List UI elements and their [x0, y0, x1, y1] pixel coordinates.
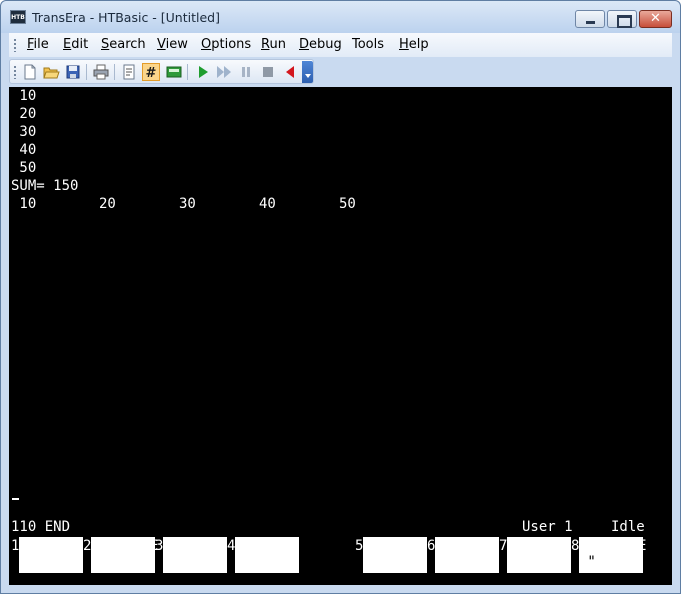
menu-help[interactable]: Help [399, 37, 429, 52]
row-value: 10 [11, 196, 37, 212]
toolbar-separator [187, 64, 188, 80]
window-title: TransEra - HTBasic - [Untitled] [32, 10, 220, 25]
menu-run[interactable]: Run [261, 37, 286, 52]
htbasic-app-icon[interactable]: HTB [10, 10, 26, 24]
softkey-label: CONTINUE [91, 538, 159, 554]
program-card-icon[interactable] [165, 63, 183, 81]
menu-search[interactable]: Search [101, 37, 146, 52]
menubar-grip[interactable] [14, 38, 16, 52]
edit-list-icon[interactable] [120, 63, 138, 81]
status-user: User 1 [522, 519, 573, 535]
menu-view[interactable]: View [157, 37, 188, 52]
continue-icon[interactable] [215, 63, 233, 81]
output-line: 10 [11, 88, 37, 104]
softkey-label: LOAD " [363, 538, 414, 554]
pause-icon[interactable] [237, 63, 255, 81]
softkey-label: EDIT [19, 538, 53, 554]
menu-tools[interactable]: Tools [352, 37, 384, 52]
open-folder-icon[interactable] [42, 63, 60, 81]
menu-options[interactable]: Options [201, 37, 251, 52]
close-button[interactable]: ✕ [639, 10, 672, 28]
hash-icon[interactable]: # [142, 63, 160, 81]
toolbar-separator [86, 64, 87, 80]
save-icon[interactable] [64, 63, 82, 81]
menu-bar: File Edit Search View Options Run Debug … [9, 33, 672, 57]
softkey-label: SCRATCH [235, 538, 295, 554]
maximize-icon [608, 11, 636, 28]
row-value: 30 [179, 196, 196, 212]
output-line: 30 [11, 124, 37, 140]
menu-file[interactable]: File [27, 37, 49, 52]
text-cursor [12, 498, 19, 500]
softkey-label-line2: " [579, 554, 596, 570]
output-line: 20 [11, 106, 37, 122]
output-line: 50 [11, 160, 37, 176]
output-line: 40 [11, 142, 37, 158]
step-back-icon[interactable] [281, 63, 299, 81]
new-document-icon[interactable] [21, 63, 39, 81]
menu-debug[interactable]: Debug [299, 37, 342, 52]
minimize-icon [576, 11, 604, 27]
softkey-label: HELP [507, 538, 541, 554]
toolbar-grip[interactable] [14, 65, 16, 79]
minimize-button[interactable] [575, 10, 605, 28]
softkey-label: RUN [169, 538, 203, 554]
toolbar-separator [114, 64, 115, 80]
toolbar: # [9, 59, 314, 84]
hash-glyph: # [146, 66, 157, 80]
menu-edit[interactable]: Edit [63, 37, 88, 52]
sum-line: SUM= 150 [11, 178, 79, 194]
run-icon[interactable] [194, 63, 212, 81]
app-window: HTB TransEra - HTBasic - [Untitled] ✕ Fi… [0, 0, 681, 594]
stop-icon[interactable] [259, 63, 277, 81]
close-icon: ✕ [650, 11, 661, 26]
title-bar[interactable]: HTB TransEra - HTBasic - [Untitled] ✕ [1, 1, 680, 33]
status-current-line: 110 END [11, 519, 71, 535]
maximize-button[interactable] [607, 10, 637, 28]
status-idle: Idle [611, 519, 645, 535]
softkey-6[interactable] [435, 537, 499, 573]
softkey-bar: 1 EDIT 2 CONTINUE 3 RUN 4 SCRATCH 5 LOAD… [9, 537, 672, 575]
row-value: 20 [99, 196, 116, 212]
toolbar-overflow-button[interactable] [302, 61, 313, 83]
row-value: 50 [339, 196, 356, 212]
print-icon[interactable] [92, 63, 110, 81]
row-value: 40 [259, 196, 276, 212]
console-output[interactable]: 10 20 30 40 50 SUM= 150 10 20 30 40 50 1… [9, 87, 672, 585]
